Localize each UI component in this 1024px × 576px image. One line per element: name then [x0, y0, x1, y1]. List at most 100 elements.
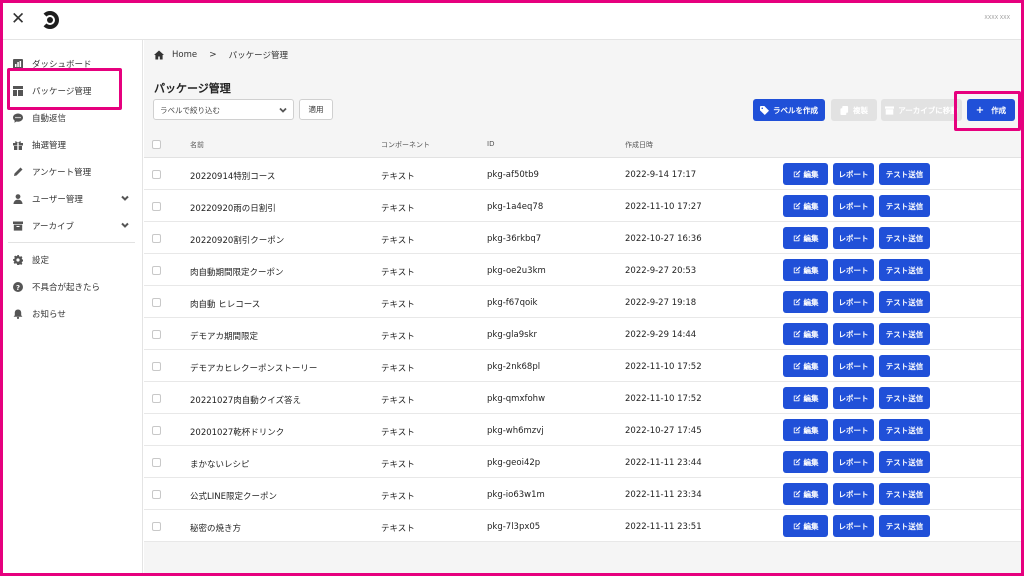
- table-row[interactable]: 20201027乾杯ドリンク テキスト pkg-wh6mzvj 2022-10-27 …: [144, 414, 1021, 446]
- row-checkbox[interactable]: [152, 234, 161, 243]
- cell-component: テキスト: [381, 460, 415, 470]
- edit-button[interactable]: 編集: [783, 451, 828, 473]
- edit-button[interactable]: 編集: [783, 259, 828, 281]
- report-button[interactable]: レポート: [833, 227, 874, 249]
- report-button[interactable]: レポート: [833, 515, 874, 537]
- user-menu[interactable]: XXXX XXX: [984, 15, 1010, 21]
- edit-button[interactable]: 編集: [783, 323, 828, 345]
- header-component[interactable]: コンポーネント: [381, 140, 430, 150]
- row-checkbox[interactable]: [152, 426, 161, 435]
- row-checkbox[interactable]: [152, 170, 161, 179]
- label-filter-value: ラベルで絞り込む: [160, 106, 220, 115]
- edit-button[interactable]: 編集: [783, 419, 828, 441]
- edit-button[interactable]: 編集: [783, 483, 828, 505]
- row-checkbox[interactable]: [152, 298, 161, 307]
- row-checkbox[interactable]: [152, 202, 161, 211]
- sidebar-item-archive[interactable]: アーカイブ: [0, 213, 143, 239]
- sidebar-item-lottery[interactable]: 抽選管理: [0, 132, 143, 158]
- edit-button[interactable]: 編集: [783, 227, 828, 249]
- header-id[interactable]: ID: [487, 140, 494, 148]
- edit-button[interactable]: 編集: [783, 163, 828, 185]
- table-row[interactable]: 20220914特別コース テキスト pkg-af50tb9 2022-9-14 17…: [144, 158, 1021, 190]
- app-logo[interactable]: [40, 10, 60, 30]
- table-row[interactable]: 肉自動 ヒレコース テキスト pkg-f67qoik 2022-9-27 19:18 編…: [144, 286, 1021, 318]
- report-button[interactable]: レポート: [833, 483, 874, 505]
- table-row[interactable]: デモアカ期間限定 テキスト pkg-gla9skr 2022-9-29 14:44 編集…: [144, 318, 1021, 350]
- test-send-button[interactable]: テスト送信: [879, 227, 930, 249]
- table-row[interactable]: 公式LINE限定クーポン テキスト pkg-io63w1m 2022-11-11 23…: [144, 478, 1021, 510]
- header-name[interactable]: 名前: [190, 140, 204, 150]
- select-all-checkbox[interactable]: [152, 140, 161, 149]
- cell-id: pkg-geoi42p: [487, 458, 541, 468]
- chevron-down-icon[interactable]: [121, 221, 129, 229]
- row-checkbox[interactable]: [152, 458, 161, 467]
- test-send-button[interactable]: テスト送信: [879, 419, 930, 441]
- create-button[interactable]: + 作成: [967, 99, 1015, 121]
- sidebar-item-dashboard[interactable]: ダッシュボード: [0, 51, 143, 77]
- label-filter-select[interactable]: ラベルで絞り込む: [153, 99, 294, 120]
- test-send-button[interactable]: テスト送信: [879, 355, 930, 377]
- test-send-button[interactable]: テスト送信: [879, 451, 930, 473]
- report-button[interactable]: レポート: [833, 387, 874, 409]
- apply-button[interactable]: 適用: [299, 99, 333, 120]
- report-button[interactable]: レポート: [833, 259, 874, 281]
- sidebar-item-packages[interactable]: パッケージ管理: [0, 78, 143, 104]
- test-send-button[interactable]: テスト送信: [879, 515, 930, 537]
- report-button[interactable]: レポート: [833, 419, 874, 441]
- row-checkbox[interactable]: [152, 330, 161, 339]
- archive-button[interactable]: アーカイブに移動: [881, 99, 962, 121]
- row-checkbox[interactable]: [152, 362, 161, 371]
- cell-component: テキスト: [381, 204, 415, 214]
- create-label-button[interactable]: ラベルを作成: [753, 99, 825, 121]
- table-row[interactable]: まかないレシピ テキスト pkg-geoi42p 2022-11-11 23:44 編集…: [144, 446, 1021, 478]
- report-button[interactable]: レポート: [833, 323, 874, 345]
- row-checkbox[interactable]: [152, 522, 161, 531]
- table-row[interactable]: デモアカヒレクーポンストーリー テキスト pkg-2nk68pl 2022-11-10…: [144, 350, 1021, 382]
- row-checkbox[interactable]: [152, 490, 161, 499]
- cell-component: テキスト: [381, 268, 415, 278]
- cell-id: pkg-7l3px05: [487, 522, 541, 532]
- sidebar-item-auto-reply[interactable]: 自動返信: [0, 105, 143, 131]
- edit-button[interactable]: 編集: [783, 355, 828, 377]
- edit-button[interactable]: 編集: [783, 195, 828, 217]
- breadcrumb: Home > パッケージ管理: [154, 49, 288, 61]
- cell-id: pkg-1a4eq78: [487, 202, 544, 212]
- report-button[interactable]: レポート: [833, 163, 874, 185]
- chevron-down-icon[interactable]: [121, 194, 129, 202]
- table-row[interactable]: 20220920割引クーポン テキスト pkg-36rkbq7 2022-10-27 …: [144, 222, 1021, 254]
- header-created[interactable]: 作成日時: [625, 140, 653, 150]
- edit-button[interactable]: 編集: [783, 387, 828, 409]
- table-row[interactable]: 20220920雨の日割引 テキスト pkg-1a4eq78 2022-11-10 1…: [144, 190, 1021, 222]
- test-send-button[interactable]: テスト送信: [879, 323, 930, 345]
- test-send-button[interactable]: テスト送信: [879, 291, 930, 313]
- chevron-down-icon: [279, 106, 287, 114]
- sidebar-item-users[interactable]: ユーザー管理: [0, 186, 143, 212]
- breadcrumb-home[interactable]: Home: [172, 50, 197, 60]
- sidebar-item-settings[interactable]: 設定: [0, 247, 143, 273]
- table-row[interactable]: 20221027肉自動クイズ答え テキスト pkg-qmxfohw 2022-11-1…: [144, 382, 1021, 414]
- test-send-button[interactable]: テスト送信: [879, 163, 930, 185]
- cell-id: pkg-oe2u3km: [487, 266, 546, 276]
- report-button[interactable]: レポート: [833, 195, 874, 217]
- home-icon[interactable]: [154, 50, 164, 60]
- row-checkbox[interactable]: [152, 266, 161, 275]
- table-row[interactable]: 秘密の焼き方 テキスト pkg-7l3px05 2022-11-11 23:51 編集 レ…: [144, 510, 1021, 542]
- sidebar-item-survey[interactable]: アンケート管理: [0, 159, 143, 185]
- edit-button[interactable]: 編集: [783, 515, 828, 537]
- test-send-button[interactable]: テスト送信: [879, 387, 930, 409]
- sidebar-item-help[interactable]: ? 不具合が起きたら: [0, 274, 143, 300]
- dashboard-icon: [13, 59, 23, 69]
- report-button[interactable]: レポート: [833, 291, 874, 313]
- report-button[interactable]: レポート: [833, 451, 874, 473]
- table-row[interactable]: 肉自動期間限定クーポン テキスト pkg-oe2u3km 2022-9-27 20:5…: [144, 254, 1021, 286]
- copy-button[interactable]: 複製: [831, 99, 877, 121]
- row-checkbox[interactable]: [152, 394, 161, 403]
- close-icon[interactable]: ✕: [11, 9, 25, 29]
- report-button[interactable]: レポート: [833, 355, 874, 377]
- edit-label: 編集: [803, 201, 819, 211]
- test-send-button[interactable]: テスト送信: [879, 195, 930, 217]
- test-send-button[interactable]: テスト送信: [879, 259, 930, 281]
- test-send-button[interactable]: テスト送信: [879, 483, 930, 505]
- sidebar-item-news[interactable]: お知らせ: [0, 301, 143, 327]
- edit-button[interactable]: 編集: [783, 291, 828, 313]
